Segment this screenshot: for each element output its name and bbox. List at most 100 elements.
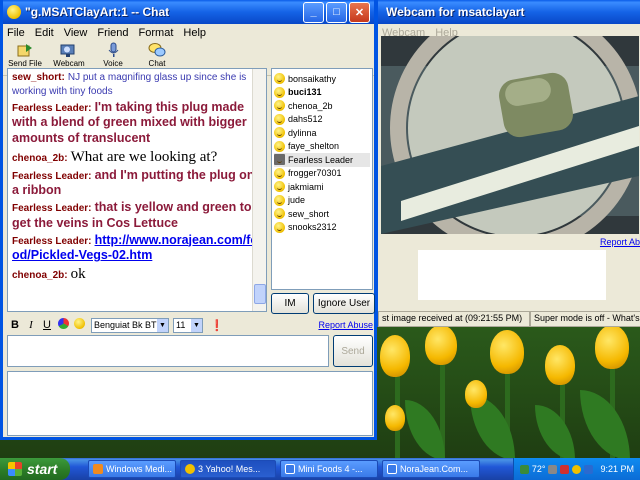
underline-button[interactable]: U [39,319,55,331]
font-size-select[interactable]: 11 ▼ [173,317,203,333]
browser-icon [285,464,295,474]
user-name: sew_short [288,208,330,219]
voice-icon [108,42,119,57]
chat-button[interactable]: Chat [139,42,175,68]
italic-button[interactable]: I [23,319,39,331]
super-mode-status: Super mode is off - What's th [530,311,640,327]
user-list-item[interactable]: Fearless Leader [274,153,370,167]
menu-file[interactable]: File [7,27,25,39]
user-list-item[interactable]: buci131 [274,86,370,100]
scrollbar-thumb[interactable] [254,284,266,304]
user-name: chenoa_2b [288,100,333,111]
task-windows-media[interactable]: Windows Medi... [88,460,176,478]
taskbar: start Windows Medi... 3 Yahoo! Mes... Mi… [0,458,640,480]
task-yahoo-messenger[interactable]: 3 Yahoo! Mes... [180,460,276,478]
menu-friend[interactable]: Friend [97,27,128,39]
task-label: Mini Foods 4 -... [298,464,363,474]
chat-window: "g.MSATClayArt:1 -- Chat _ □ ✕ File Edit… [0,0,377,440]
font-select[interactable]: Benguiat Bk BT ▼ [91,317,169,333]
user-list-item[interactable]: bonsaikathy [274,72,370,86]
message-author: Fearless Leader: [12,203,92,214]
chat-lower-pane [7,371,373,436]
user-smiley-icon [274,73,285,85]
webcam-label: Webcam [53,59,85,68]
voice-label: Voice [103,59,123,68]
webcam-info-panel [418,250,606,300]
send-file-button[interactable]: Send File [7,42,43,68]
user-list-item[interactable]: chenoa_2b [274,99,370,113]
ignore-user-button[interactable]: Ignore User [313,293,375,314]
yahoo-smiley-icon [7,5,21,19]
user-smiley-icon [274,181,285,193]
maximize-button[interactable]: □ [326,1,347,23]
task-label: Windows Medi... [106,464,173,474]
user-list-item[interactable]: frogger70301 [274,167,370,181]
webcam-report-abuse-link[interactable]: Report Ab [600,237,640,247]
message-scrollbar[interactable] [252,69,266,311]
volume-icon[interactable] [548,464,558,474]
windows-flag-icon [8,462,22,476]
chat-message-log[interactable]: sew_short: NJ put a magnifing glass up s… [7,68,267,312]
user-name: buci131 [288,87,322,98]
message-text: What are we looking at? [70,148,218,165]
monitor-icon[interactable] [584,464,594,474]
report-abuse-link[interactable]: Report Abuse [318,320,373,330]
media-player-icon [93,464,103,474]
bold-button[interactable]: B [7,319,23,331]
message-author: sew_short: [12,72,65,83]
task-norajean[interactable]: NoraJean.Com... [382,460,480,478]
chat-window-title: "g.MSATClayArt:1 -- Chat [25,5,170,19]
network-icon[interactable] [519,464,529,474]
start-button[interactable]: start [0,458,70,480]
menu-format[interactable]: Format [139,27,174,39]
alert-icon[interactable]: ❗ [209,319,225,332]
user-list-items: bonsaikathy buci131 chenoa_2b dahs512 dylinn… [274,72,370,234]
minimize-button[interactable]: _ [303,1,324,23]
webcam-icon [60,44,75,57]
menu-view[interactable]: View [64,27,88,39]
im-button[interactable]: IM [271,293,309,314]
webcam-window-title: Webcam for msatclayart [386,5,525,19]
message-input[interactable] [7,335,329,367]
user-smiley-icon [274,140,285,152]
user-list-item[interactable]: faye_shelton [274,140,370,154]
user-list-item[interactable]: jakmiami [274,180,370,194]
chevron-down-icon: ▼ [157,318,168,332]
antivirus-icon[interactable] [560,464,570,474]
user-smiley-icon [274,86,285,98]
maximize-icon: □ [333,6,340,18]
webcam-titlebar[interactable]: Webcam for msatclayart [378,0,640,24]
message-author: chenoa_2b: [12,270,68,281]
emoticon-button[interactable] [71,318,87,332]
menu-help[interactable]: Help [183,27,206,39]
yahoo-tray-icon[interactable] [572,464,582,474]
voice-button[interactable]: Voice [95,42,131,68]
chat-titlebar[interactable]: "g.MSATClayArt:1 -- Chat _ □ ✕ [3,0,374,24]
user-list-item[interactable]: dahs512 [274,113,370,127]
user-list-item[interactable]: jude [274,194,370,208]
send-button[interactable]: Send [333,335,373,367]
user-smiley-icon [274,194,285,206]
chat-user-list[interactable]: bonsaikathy buci131 chenoa_2b dahs512 dylinn… [271,68,373,290]
user-list-item[interactable]: dylinna [274,126,370,140]
chat-message: Fearless Leader: http://www.norajean.com… [12,233,262,265]
task-mini-foods[interactable]: Mini Foods 4 -... [280,460,378,478]
menu-edit[interactable]: Edit [35,27,54,39]
user-smiley-icon [274,113,285,125]
temperature-readout[interactable]: 72° [532,464,546,474]
chat-icon [148,43,166,57]
close-button[interactable]: ✕ [349,1,370,23]
user-name: dylinna [288,127,317,138]
user-list-item[interactable]: sew_short [274,207,370,221]
chevron-down-icon: ▼ [191,318,202,332]
font-color-button[interactable] [55,318,71,332]
user-list-item[interactable]: snooks2312 [274,221,370,235]
webcam-button[interactable]: Webcam [51,42,87,68]
minimize-icon: _ [310,6,317,18]
message-author: Fearless Leader: [12,235,92,247]
clock[interactable]: 9:21 PM [600,464,634,474]
chat-message: chenoa_2b: ok [12,265,262,284]
user-name: jude [288,195,306,206]
user-smiley-icon [274,208,285,220]
user-name: bonsaikathy [288,73,337,84]
